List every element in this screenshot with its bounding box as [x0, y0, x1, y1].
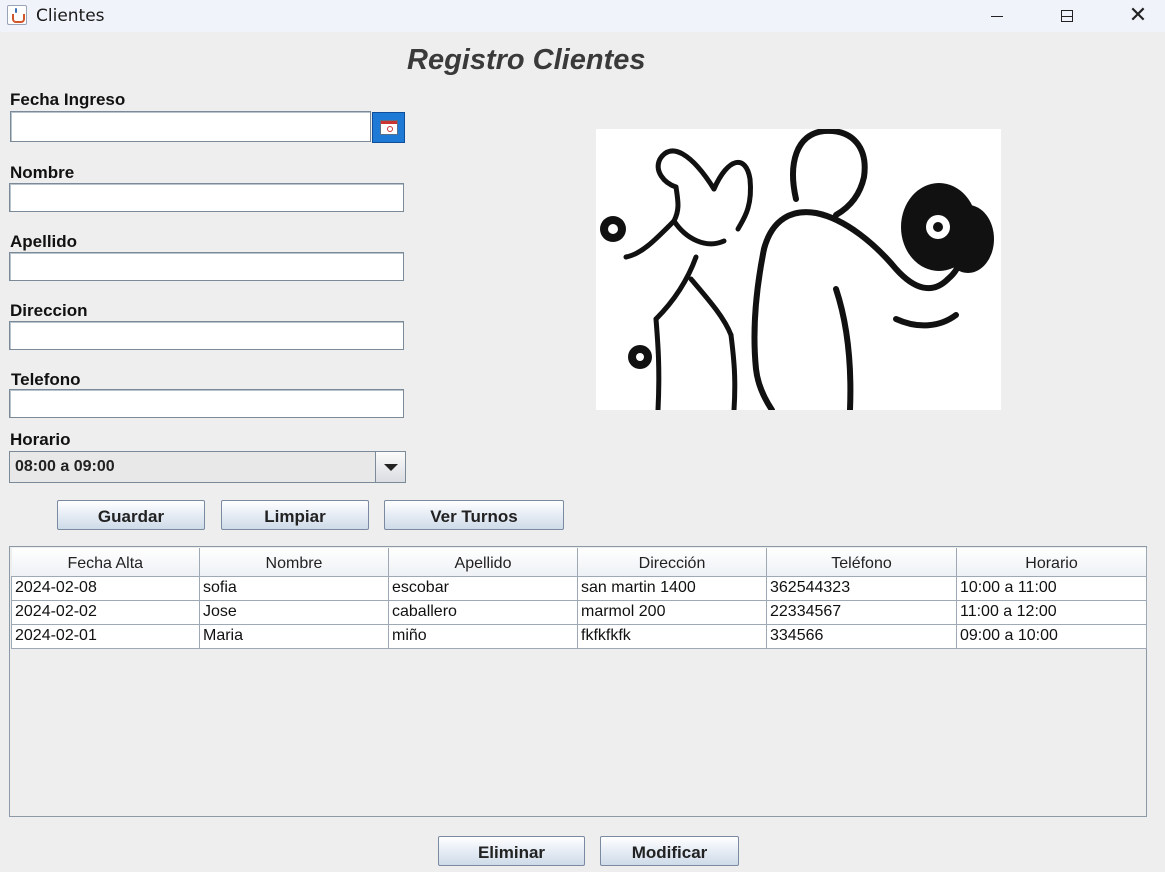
- direccion-label: Direccion: [10, 301, 88, 320]
- window-title: Clientes: [36, 6, 105, 26]
- table-cell[interactable]: marmol 200: [577, 600, 767, 625]
- maximize-button[interactable]: [1044, 0, 1090, 32]
- close-button[interactable]: ✕: [1115, 0, 1161, 32]
- calendar-icon: [379, 120, 398, 135]
- table-row[interactable]: 2024-02-02 Jose caballero marmol 200 223…: [11, 600, 1147, 625]
- horario-label: Horario: [10, 430, 71, 449]
- minimize-icon: [991, 15, 1003, 17]
- table-row[interactable]: 2024-02-08 sofia escobar san martin 1400…: [11, 576, 1147, 601]
- table-cell[interactable]: fkfkfkfk: [577, 624, 767, 649]
- table-cell[interactable]: caballero: [388, 600, 578, 625]
- apellido-label: Apellido: [10, 232, 78, 251]
- limpiar-button[interactable]: Limpiar: [221, 500, 369, 530]
- table-cell[interactable]: 09:00 a 10:00: [956, 624, 1147, 649]
- table-cell[interactable]: Jose: [199, 600, 389, 625]
- table-cell[interactable]: 22334567: [766, 600, 957, 625]
- direccion-field[interactable]: [9, 321, 404, 350]
- nombre-label: Nombre: [10, 163, 75, 182]
- modificar-button[interactable]: Modificar: [600, 836, 739, 866]
- horario-selected-value: 08:00 a 09:00: [15, 458, 115, 475]
- table-cell[interactable]: 362544323: [766, 576, 957, 601]
- java-coffee-icon: [7, 5, 27, 25]
- table-cell[interactable]: 334566: [766, 624, 957, 649]
- minimize-button[interactable]: [974, 0, 1020, 32]
- table-cell[interactable]: 11:00 a 12:00: [956, 600, 1147, 625]
- table-cell[interactable]: Maria: [199, 624, 389, 649]
- close-icon: ✕: [1128, 3, 1148, 28]
- horario-dropdown-button[interactable]: [375, 452, 405, 482]
- table-cell[interactable]: sofia: [199, 576, 389, 601]
- chevron-down-icon: [383, 463, 398, 471]
- table-cell[interactable]: 2024-02-01: [11, 624, 200, 649]
- ver-turnos-button[interactable]: Ver Turnos: [384, 500, 564, 530]
- maximize-icon: [1061, 10, 1073, 22]
- telefono-label: Telefono: [11, 370, 81, 389]
- gym-illustration: [596, 127, 1001, 413]
- fitness-couple-image: [600, 127, 994, 413]
- table-cell[interactable]: 2024-02-02: [11, 600, 200, 625]
- eliminar-button[interactable]: Eliminar: [438, 836, 585, 866]
- column-header-telefono[interactable]: Teléfono: [766, 548, 957, 577]
- table-header-row: Fecha Alta Nombre Apellido Dirección Tel…: [11, 548, 1147, 577]
- table-cell[interactable]: 10:00 a 11:00: [956, 576, 1147, 601]
- table-cell[interactable]: 2024-02-08: [11, 576, 200, 601]
- apellido-field[interactable]: [9, 252, 404, 281]
- horario-select[interactable]: 08:00 a 09:00: [9, 451, 406, 483]
- guardar-button[interactable]: Guardar: [57, 500, 205, 530]
- column-header-horario[interactable]: Horario: [956, 548, 1147, 577]
- column-header-direccion[interactable]: Dirección: [577, 548, 767, 577]
- page-title: Registro Clientes: [407, 44, 646, 76]
- nombre-field[interactable]: [9, 183, 404, 212]
- table-cell[interactable]: san martin 1400: [577, 576, 767, 601]
- table-cell[interactable]: escobar: [388, 576, 578, 601]
- table-row[interactable]: 2024-02-01 Maria miño fkfkfkfk 334566 09…: [11, 624, 1147, 649]
- column-header-nombre[interactable]: Nombre: [199, 548, 389, 577]
- calendar-button[interactable]: [372, 112, 405, 143]
- column-header-apellido[interactable]: Apellido: [388, 548, 578, 577]
- column-header-fecha-alta[interactable]: Fecha Alta: [11, 548, 200, 577]
- fecha-ingreso-field[interactable]: [10, 111, 371, 142]
- clientes-table[interactable]: Fecha Alta Nombre Apellido Dirección Tel…: [9, 546, 1147, 817]
- fecha-ingreso-label: Fecha Ingreso: [10, 90, 126, 109]
- table-cell[interactable]: miño: [388, 624, 578, 649]
- telefono-field[interactable]: [9, 389, 404, 418]
